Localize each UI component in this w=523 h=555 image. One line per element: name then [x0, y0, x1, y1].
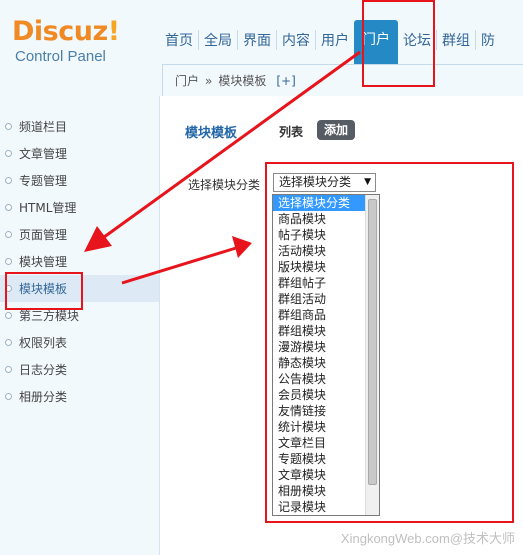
sidebar-item-label: 频道栏目 — [19, 120, 68, 134]
nav-interface[interactable]: 界面 — [238, 22, 276, 58]
dropdown-option[interactable]: 群组商品 — [273, 307, 365, 323]
dropdown-option[interactable]: 文章模块 — [273, 467, 365, 483]
category-dropdown-list[interactable]: 选择模块分类 商品模块 帖子模块 活动模块 版块模块 群组帖子 群组活动 群组商… — [272, 194, 380, 516]
sidebar-item-third-party[interactable]: 第三方模块 — [0, 302, 159, 329]
dropdown-option[interactable]: 相册模块 — [273, 483, 365, 499]
tab-list[interactable]: 列表 — [279, 123, 303, 140]
nav-portal[interactable]: 门户 — [354, 20, 398, 78]
sidebar-item-topics[interactable]: 专题管理 — [0, 167, 159, 194]
sidebar-item-blocks[interactable]: 模块管理 — [0, 248, 159, 275]
nav-content[interactable]: 内容 — [277, 22, 315, 58]
chevron-down-icon: ▼ — [364, 177, 371, 187]
main-content: 模块模板 列表 添加 选择模块分类 选择模块分类 ▼ 选择模块分类 商品模块 帖… — [162, 96, 523, 555]
sidebar: 频道栏目 文章管理 专题管理 HTML管理 页面管理 模块管理 模块模板 第三方… — [0, 96, 160, 555]
bullet-icon — [5, 231, 12, 238]
sidebar-item-permissions[interactable]: 权限列表 — [0, 329, 159, 356]
nav-global[interactable]: 全局 — [199, 22, 237, 58]
dropdown-option[interactable]: 帖子模块 — [273, 227, 365, 243]
category-select-value: 选择模块分类 — [279, 175, 352, 189]
sidebar-item-label: 日志分类 — [19, 363, 68, 377]
dropdown-option[interactable]: 友情链接 — [273, 403, 365, 419]
bullet-icon — [5, 366, 12, 373]
logo-subtitle: Control Panel — [15, 48, 106, 65]
logo[interactable]: Discuz! Control Panel — [12, 18, 120, 66]
dropdown-option[interactable]: 公告模块 — [273, 371, 365, 387]
sidebar-item-pages[interactable]: 页面管理 — [0, 221, 159, 248]
nav-user[interactable]: 用户 — [316, 22, 354, 58]
sidebar-item-label: 相册分类 — [19, 390, 68, 404]
header: Discuz! Control Panel 首页 全局 界面 内容 用户 门户 … — [0, 0, 523, 96]
sidebar-item-album-categories[interactable]: 相册分类 — [0, 383, 159, 410]
scrollbar-thumb[interactable] — [368, 199, 377, 485]
dropdown-option[interactable]: 群组模块 — [273, 323, 365, 339]
sidebar-item-label: 模块管理 — [19, 255, 68, 269]
breadcrumb-current: 模块模板 — [218, 74, 267, 88]
sidebar-item-channel[interactable]: 频道栏目 — [0, 113, 159, 140]
dropdown-scrollbar[interactable] — [365, 195, 379, 515]
sidebar-item-label: 模块模板 — [19, 282, 68, 296]
dropdown-option[interactable]: 漫游模块 — [273, 339, 365, 355]
dropdown-option[interactable]: 专题模块 — [273, 451, 365, 467]
dropdown-option[interactable]: 统计模块 — [273, 419, 365, 435]
bullet-icon — [5, 312, 12, 319]
nav-home[interactable]: 首页 — [160, 22, 198, 58]
bullet-icon — [5, 393, 12, 400]
sidebar-item-label: 文章管理 — [19, 147, 68, 161]
dropdown-option[interactable]: 商品模块 — [273, 211, 365, 227]
nav-group[interactable]: 群组 — [437, 22, 475, 58]
bullet-icon — [5, 339, 12, 346]
dropdown-option[interactable]: 群组帖子 — [273, 275, 365, 291]
top-nav: 首页 全局 界面 内容 用户 门户 论坛 群组 防 — [160, 20, 500, 78]
bullet-icon — [5, 258, 12, 265]
dropdown-option[interactable]: 活动模块 — [273, 243, 365, 259]
sidebar-item-label: 专题管理 — [19, 174, 68, 188]
dropdown-option[interactable]: 会员模块 — [273, 387, 365, 403]
dropdown-option[interactable]: 文章栏目 — [273, 435, 365, 451]
sidebar-item-label: HTML管理 — [19, 201, 77, 215]
page-title: 模块模板 — [185, 126, 238, 141]
sidebar-item-block-templates[interactable]: 模块模板 — [0, 275, 159, 302]
bullet-icon — [5, 285, 12, 292]
watermark: XingkongWeb.com@技术大师 — [340, 531, 515, 546]
breadcrumb-root[interactable]: 门户 — [175, 72, 199, 89]
sidebar-item-label: 页面管理 — [19, 228, 68, 242]
sidebar-item-articles[interactable]: 文章管理 — [0, 140, 159, 167]
breadcrumb: 门户 » 模块模板 [+] — [162, 64, 523, 96]
bullet-icon — [5, 177, 12, 184]
dropdown-option[interactable]: 选择模块分类 — [273, 195, 365, 211]
bullet-icon — [5, 150, 12, 157]
bullet-icon — [5, 123, 12, 130]
nav-defense[interactable]: 防 — [476, 22, 500, 58]
nav-forum[interactable]: 论坛 — [398, 22, 436, 58]
dropdown-option[interactable]: 群组活动 — [273, 291, 365, 307]
dropdown-option[interactable]: 版块模块 — [273, 259, 365, 275]
logo-text: Discuz! — [12, 16, 120, 47]
dropdown-option[interactable]: 静态模块 — [273, 355, 365, 371]
breadcrumb-separator: » — [205, 73, 213, 88]
sidebar-item-label: 权限列表 — [19, 336, 68, 350]
sidebar-item-log-categories[interactable]: 日志分类 — [0, 356, 159, 383]
category-filter-label: 选择模块分类 — [188, 178, 261, 192]
add-shortcut-link[interactable]: [+] — [276, 74, 295, 88]
tab-add[interactable]: 添加 — [317, 120, 356, 140]
sidebar-item-html[interactable]: HTML管理 — [0, 194, 159, 221]
bullet-icon — [5, 204, 12, 211]
dropdown-option[interactable]: 记录模块 — [273, 499, 365, 515]
category-select[interactable]: 选择模块分类 ▼ — [273, 173, 376, 192]
sidebar-item-label: 第三方模块 — [19, 309, 80, 323]
